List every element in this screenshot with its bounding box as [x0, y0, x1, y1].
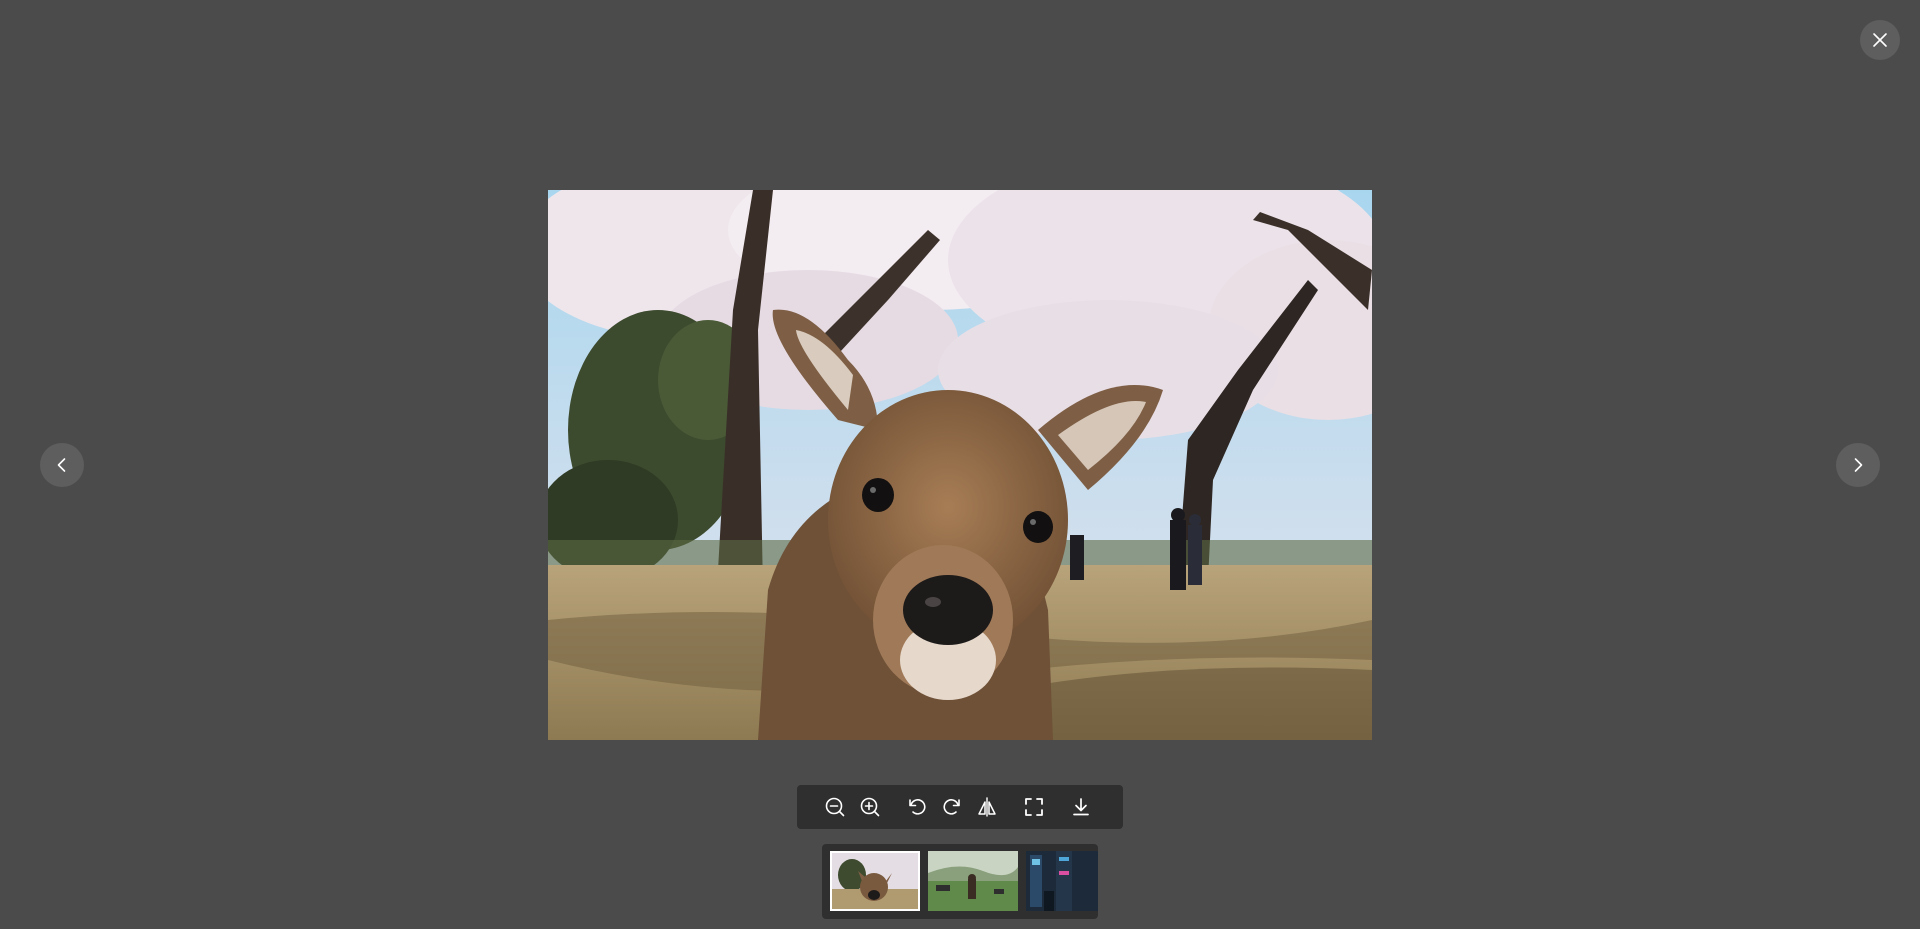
close-icon	[1873, 33, 1887, 47]
thumbnail-deer[interactable]	[830, 851, 920, 911]
flip-icon	[978, 797, 996, 817]
fullscreen-icon	[1025, 798, 1043, 816]
chevron-left-icon	[57, 458, 66, 472]
rotate-right-icon	[943, 799, 960, 815]
rotate-right-button[interactable]	[940, 795, 964, 819]
flip-button[interactable]	[975, 795, 999, 819]
zoom-in-button[interactable]	[858, 795, 882, 819]
main-image[interactable]	[548, 190, 1372, 740]
city-thumbnail-image	[1026, 851, 1098, 911]
next-image-button[interactable]	[1836, 443, 1880, 487]
image-viewer	[0, 0, 1920, 929]
thumbnail-horse[interactable]	[928, 851, 1018, 911]
previous-image-button[interactable]	[40, 443, 84, 487]
deer-thumbnail-image	[832, 853, 918, 909]
close-button[interactable]	[1860, 20, 1900, 60]
rotate-left-button[interactable]	[905, 795, 929, 819]
zoom-in-icon	[860, 797, 880, 817]
thumbnail-strip	[822, 844, 1098, 919]
zoom-out-icon	[825, 797, 845, 817]
download-icon	[1073, 798, 1089, 816]
deer-photo	[548, 190, 1372, 740]
fullscreen-button[interactable]	[1022, 795, 1046, 819]
horse-thumbnail-image	[928, 851, 1018, 911]
zoom-out-button[interactable]	[823, 795, 847, 819]
download-button[interactable]	[1069, 795, 1093, 819]
thumbnail-city[interactable]	[1026, 851, 1098, 911]
image-toolbar	[797, 785, 1123, 829]
chevron-right-icon	[1854, 458, 1863, 472]
rotate-left-icon	[909, 799, 926, 815]
